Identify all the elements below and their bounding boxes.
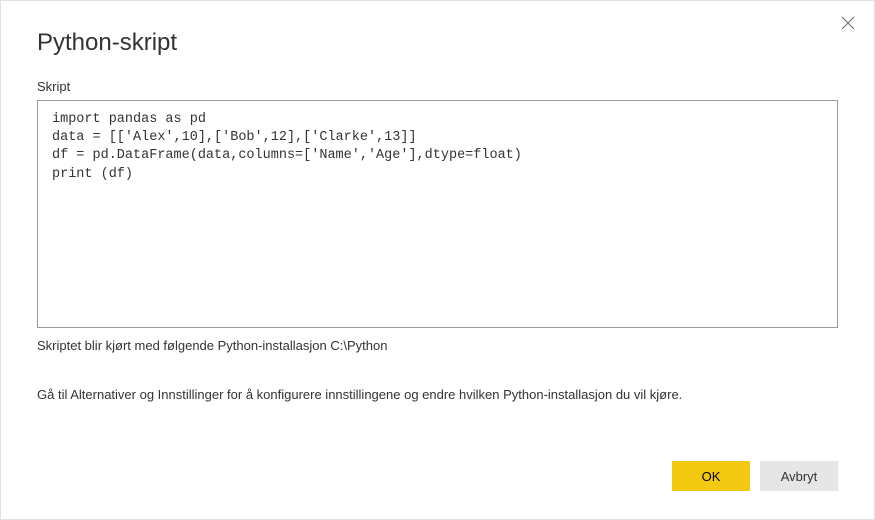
close-icon bbox=[841, 16, 855, 30]
dialog-title: Python-skript bbox=[37, 29, 838, 57]
script-label: Skript bbox=[37, 79, 838, 94]
dialog-buttons: OK Avbryt bbox=[37, 461, 838, 491]
cancel-button[interactable]: Avbryt bbox=[760, 461, 838, 491]
ok-button[interactable]: OK bbox=[672, 461, 750, 491]
python-script-dialog: Python-skript Skript Skriptet blir kjørt… bbox=[1, 1, 874, 519]
script-input[interactable] bbox=[37, 100, 838, 328]
close-button[interactable] bbox=[838, 13, 858, 33]
install-info-text: Skriptet blir kjørt med følgende Python-… bbox=[37, 338, 838, 353]
help-text: Gå til Alternativer og Innstillinger for… bbox=[37, 387, 838, 402]
